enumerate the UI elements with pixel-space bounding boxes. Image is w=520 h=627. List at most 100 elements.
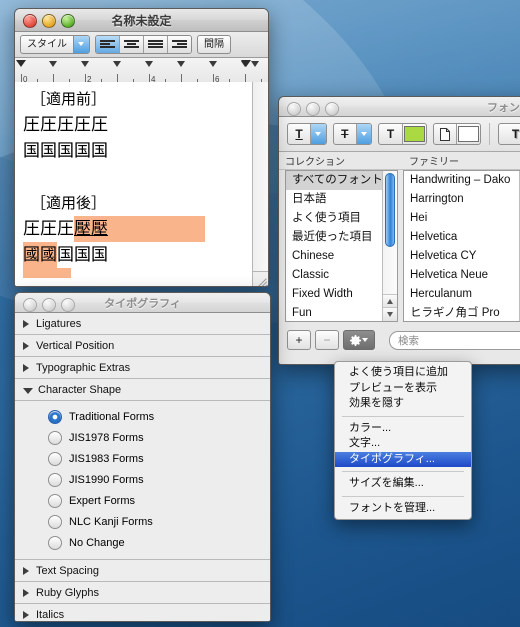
remove-collection-button[interactable]: − <box>315 330 339 350</box>
typography-section-character-shape[interactable]: Character Shape <box>15 379 270 401</box>
font-panel-window-controls[interactable] <box>287 102 339 116</box>
strikethrough-icon[interactable]: T <box>334 124 357 144</box>
strikethrough-control[interactable]: T <box>332 123 373 145</box>
typography-panel-window[interactable]: タイポグラフィ Ligatures Vertical Position Typogr… <box>14 292 271 622</box>
radio-button-icon[interactable] <box>48 493 62 508</box>
collection-list-item[interactable]: 日本語 <box>286 190 397 209</box>
typography-section-italics[interactable]: Italics <box>15 604 270 621</box>
typography-section-vertical-position[interactable]: Vertical Position <box>15 335 270 357</box>
collection-list[interactable]: すべてのフォント 日本語 よく使う項目 最近使った項目 Chinese Classic Fi… <box>285 170 398 322</box>
ruler-right-indent-marker[interactable] <box>241 60 251 67</box>
zoom-icon[interactable] <box>61 298 75 312</box>
collection-list-item[interactable]: Chinese <box>286 247 397 266</box>
family-list-item[interactable]: Handwriting – Dako <box>404 171 520 190</box>
document-text-line[interactable]: 圧圧圧壓壓 <box>23 216 253 242</box>
ruler-tab-marker[interactable] <box>113 61 121 67</box>
underline-control[interactable]: T <box>287 123 327 145</box>
collection-list-item[interactable]: すべてのフォント <box>286 171 397 190</box>
radio-option-jis1978-forms[interactable]: JIS1978 Forms <box>15 427 270 448</box>
chevron-right-icon[interactable] <box>23 610 29 619</box>
family-list[interactable]: Handwriting – Dako Harrington Hei Helvetica… <box>403 170 520 322</box>
document-text-line[interactable] <box>23 164 253 190</box>
typography-section-ligatures[interactable]: Ligatures <box>15 313 270 335</box>
document-text-line[interactable]: 圧圧圧圧圧 <box>23 112 253 138</box>
collection-scroll-down-button[interactable] <box>383 307 397 321</box>
underline-menu-arrow-icon[interactable] <box>311 124 326 144</box>
radio-button-icon[interactable] <box>48 409 62 424</box>
character-shape-radio-group[interactable]: Traditional Forms JIS1978 Forms JIS1983 Fo… <box>15 401 270 560</box>
document-text-area[interactable]: ［適用前］ 圧圧圧圧圧 国国国国国 ［適用後］ 圧圧圧壓壓 國國国国国 <box>15 82 253 286</box>
radio-button-icon[interactable] <box>48 535 62 550</box>
text-color-swatch[interactable] <box>403 124 426 144</box>
typography-section-typographic-extras[interactable]: Typographic Extras <box>15 357 270 379</box>
close-icon[interactable] <box>287 102 301 116</box>
collection-scrollbar[interactable] <box>382 171 397 321</box>
radio-option-jis1983-forms[interactable]: JIS1983 Forms <box>15 448 270 469</box>
zoom-icon[interactable] <box>325 102 339 116</box>
radio-option-traditional-forms[interactable]: Traditional Forms <box>15 406 270 427</box>
chevron-right-icon[interactable] <box>23 566 29 575</box>
collection-list-item[interactable]: Fixed Width <box>286 285 397 304</box>
family-list-item[interactable]: Helvetica CY <box>404 247 520 266</box>
ruler-tab-marker[interactable] <box>209 61 217 67</box>
ruler-tab-marker[interactable] <box>177 61 185 67</box>
shadow-icon[interactable]: T <box>499 124 520 144</box>
document-text-line[interactable]: 國國国国国 <box>23 242 253 268</box>
close-icon[interactable] <box>23 14 37 28</box>
document-color-control[interactable] <box>432 123 482 145</box>
document-text-line[interactable]: ［適用後］ <box>23 190 253 216</box>
menu-item[interactable]: タイポグラフィ... <box>335 451 471 467</box>
document-ruler[interactable]: 0246 <box>15 58 268 84</box>
document-toolbar[interactable]: スタイル 間隔 <box>15 32 268 58</box>
align-justify-button[interactable] <box>144 36 168 53</box>
document-color-swatch[interactable] <box>457 124 480 144</box>
font-action-context-menu[interactable]: よく使う項目に追加 プレビューを表示 効果を隠す カラー... 文字... タイポグラフィ… <box>334 361 472 520</box>
radio-option-no-change[interactable]: No Change <box>15 532 270 553</box>
typography-sections[interactable]: Ligatures Vertical Position Typographic Ex… <box>15 313 270 621</box>
minimize-icon[interactable] <box>306 102 320 116</box>
close-icon[interactable] <box>23 298 37 312</box>
font-search-input[interactable]: 検索 <box>389 330 520 350</box>
radio-button-icon[interactable] <box>48 430 62 445</box>
radio-button-icon[interactable] <box>48 514 62 529</box>
menu-item[interactable]: 文字... <box>335 436 471 452</box>
chevron-right-icon[interactable] <box>23 588 29 597</box>
spacing-button[interactable]: 間隔 <box>197 35 231 54</box>
align-center-button[interactable] <box>120 36 144 53</box>
text-color-icon[interactable]: T <box>379 124 403 144</box>
font-panel-window[interactable]: フォント T T T T コレクション <box>278 96 520 365</box>
zoom-icon[interactable] <box>61 14 75 28</box>
ruler-tab-marker[interactable] <box>145 61 153 67</box>
collection-scroll-up-button[interactable] <box>383 294 397 308</box>
font-panel-bottom-bar[interactable]: + − 検索 <box>279 322 520 354</box>
document-vertical-scrollbar[interactable] <box>252 82 268 272</box>
document-icon[interactable] <box>434 124 457 144</box>
chevron-right-icon[interactable] <box>23 341 29 350</box>
font-panel-titlebar[interactable]: フォント <box>279 97 520 117</box>
typography-panel-titlebar[interactable]: タイポグラフィ <box>15 293 270 313</box>
family-list-item[interactable]: Helvetica <box>404 228 520 247</box>
document-text-line[interactable]: 国国国国国 <box>23 138 253 164</box>
underline-icon[interactable]: T <box>288 124 312 144</box>
menu-item[interactable]: カラー... <box>335 421 471 437</box>
minimize-icon[interactable] <box>42 298 56 312</box>
collection-scrollbar-thumb[interactable] <box>385 173 395 247</box>
collection-list-item[interactable]: 最近使った項目 <box>286 228 397 247</box>
collection-list-item[interactable]: よく使う項目 <box>286 209 397 228</box>
ruler-tab-marker[interactable] <box>81 61 89 67</box>
chevron-down-icon[interactable] <box>23 387 33 394</box>
family-list-item[interactable]: ヒラギノ角ゴ Pro <box>404 304 520 321</box>
menu-item[interactable]: サイズを編集... <box>335 476 471 492</box>
family-list-item[interactable]: Helvetica Neue <box>404 266 520 285</box>
text-shadow-control[interactable]: T <box>498 123 520 145</box>
chevron-right-icon[interactable] <box>23 363 29 372</box>
document-page[interactable]: ［適用前］ 圧圧圧圧圧 国国国国国 ［適用後］ 圧圧圧壓壓 國國国国国 <box>15 82 268 286</box>
radio-option-expert-forms[interactable]: Expert Forms <box>15 490 270 511</box>
minimize-icon[interactable] <box>42 14 56 28</box>
action-gear-button[interactable] <box>343 330 375 350</box>
align-right-button[interactable] <box>168 36 191 53</box>
family-list-item[interactable]: Herculanum <box>404 285 520 304</box>
style-popup-button[interactable]: スタイル <box>20 35 90 54</box>
chevron-right-icon[interactable] <box>23 319 29 328</box>
collection-list-item[interactable]: Fun <box>286 304 397 321</box>
